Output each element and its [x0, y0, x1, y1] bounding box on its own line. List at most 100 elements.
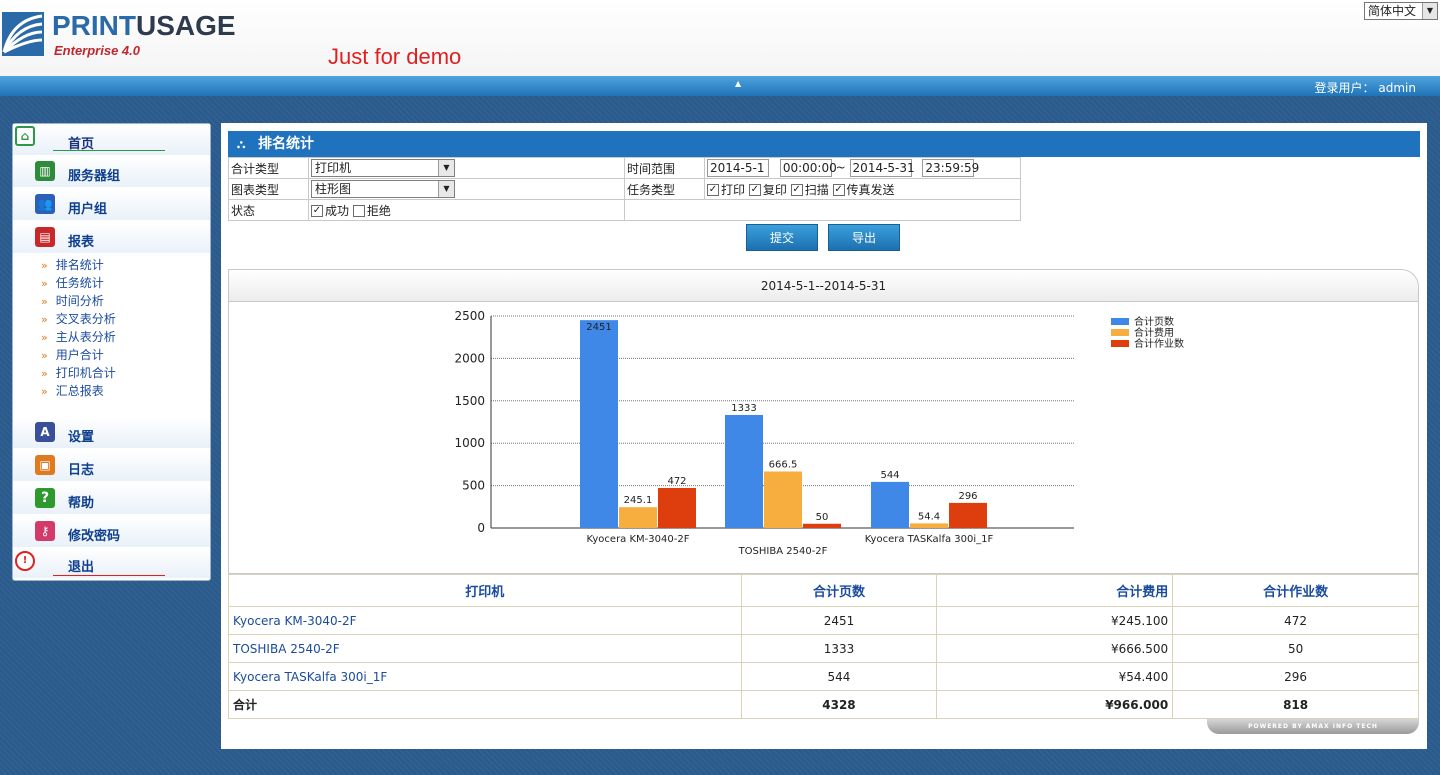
- chevron-down-icon: ▼: [438, 160, 454, 176]
- legend-swatch: [1111, 318, 1129, 325]
- bar: [619, 507, 657, 528]
- report-icon: ▤: [35, 227, 55, 247]
- start-time-input[interactable]: 00:00:00: [779, 159, 837, 177]
- data-label: 666.5: [769, 459, 798, 470]
- powered-by: POWERED BY AMAX INFO TECH: [1207, 719, 1419, 734]
- legend-swatch: [1111, 340, 1129, 347]
- language-select[interactable]: 简体中文 ▼: [1364, 2, 1438, 20]
- printer-link[interactable]: Kyocera TASKalfa 300i_1F: [228, 662, 742, 691]
- table-row: Kyocera KM-3040-2F 2451 ¥245.100 472: [228, 606, 1419, 635]
- y-tick-label: 2000: [454, 351, 485, 365]
- bar: [949, 502, 987, 528]
- key-icon: ⚷: [35, 521, 55, 541]
- cost-cell: ¥54.400: [936, 662, 1174, 691]
- sidebar-item-settings[interactable]: A 设置: [13, 417, 210, 448]
- col-header-printer[interactable]: 打印机: [228, 574, 742, 607]
- sum-type-label: 合计类型: [228, 157, 309, 179]
- hierarchy-icon: ⛬: [237, 137, 246, 151]
- log-icon: ▣: [35, 455, 55, 475]
- header: PRINTUSAGE Enterprise 4.0 Just for demo …: [0, 0, 1440, 76]
- panel-title: ⛬ 排名统计: [228, 131, 1420, 157]
- submit-button[interactable]: 提交: [746, 224, 818, 251]
- chevron-right-icon: »: [41, 367, 48, 380]
- top-bar: ▲ 登录用户： admin: [0, 76, 1440, 96]
- table-row: TOSHIBA 2540-2F 1333 ¥666.500 50: [228, 634, 1419, 663]
- sum-type-select[interactable]: 打印机 ▼: [311, 159, 455, 177]
- status-label: 状态: [228, 199, 309, 221]
- help-icon: ?: [35, 488, 55, 508]
- bar: [580, 320, 618, 528]
- sidebar: ⌂ 首页 ▥ 服务器组 👥 用户组 ▤ 报表 » 排名统计 » 任务统计 » 时间分析…: [12, 123, 211, 581]
- end-time-input[interactable]: 23:59:59: [922, 159, 979, 177]
- server-group-icon: ▥: [35, 161, 55, 181]
- sidebar-item-time-analysis[interactable]: » 时间分析: [41, 292, 116, 310]
- chart-type-select[interactable]: 柱形图 ▼: [311, 180, 455, 198]
- printer-link[interactable]: TOSHIBA 2540-2F: [228, 634, 742, 663]
- status-reject-checkbox[interactable]: [352, 205, 365, 217]
- power-icon: !: [15, 551, 35, 571]
- range-separator: ~: [835, 160, 846, 175]
- data-label: 54.4: [918, 511, 940, 522]
- task-print-checkbox[interactable]: ✓: [707, 184, 719, 196]
- bar: [910, 523, 948, 528]
- y-tick-label: 500: [462, 479, 485, 493]
- x-tick-label: Kyocera KM-3040-2F: [587, 534, 690, 545]
- chevron-right-icon: »: [41, 385, 48, 398]
- end-date-input[interactable]: 2014-5-31: [849, 159, 915, 177]
- task-scan-checkbox[interactable]: ✓: [790, 184, 803, 196]
- task-type-label: 任务类型: [624, 178, 705, 200]
- sidebar-item-server-group[interactable]: ▥ 服务器组: [13, 156, 210, 187]
- sidebar-item-logs[interactable]: ▣ 日志: [13, 450, 210, 481]
- sidebar-item-task-stats[interactable]: » 任务统计: [41, 274, 116, 292]
- sidebar-item-logout[interactable]: ! 退出: [13, 547, 210, 578]
- chevron-down-icon: ▼: [438, 181, 454, 197]
- x-tick-label: TOSHIBA 2540-2F: [738, 546, 828, 557]
- sidebar-item-reports[interactable]: ▤ 报表: [13, 222, 210, 253]
- settings-icon: A: [35, 422, 55, 442]
- task-copy-checkbox[interactable]: ✓: [748, 184, 761, 196]
- sidebar-item-ranking[interactable]: » 排名统计: [41, 256, 116, 274]
- total-label: 合计: [228, 690, 742, 719]
- collapse-header-icon[interactable]: ▲: [735, 79, 741, 88]
- user-group-icon: 👥: [35, 194, 55, 214]
- sidebar-item-user-total[interactable]: » 用户合计: [41, 346, 116, 364]
- cost-cell: ¥245.100: [936, 606, 1174, 635]
- col-header-pages[interactable]: 合计页数: [740, 574, 938, 607]
- bar: [764, 471, 802, 528]
- home-icon: ⌂: [15, 126, 35, 146]
- sidebar-item-help[interactable]: ? 帮助: [13, 483, 210, 514]
- table-header-row: 打印机 合计页数 合计费用 合计作业数: [228, 574, 1419, 607]
- chevron-down-icon: ▼: [1422, 3, 1437, 19]
- sidebar-item-summary[interactable]: » 汇总报表: [41, 382, 116, 400]
- y-tick-label: 1500: [454, 394, 485, 408]
- data-table: 打印机 合计页数 合计费用 合计作业数 Kyocera KM-3040-2F 2…: [228, 574, 1419, 719]
- printer-link[interactable]: Kyocera KM-3040-2F: [228, 606, 742, 635]
- chart-container: 2014-5-1--2014-5-31 0 500 1000 1500 2000 2500…: [228, 269, 1419, 574]
- sidebar-item-change-password[interactable]: ⚷ 修改密码: [13, 516, 210, 547]
- y-tick-label: 1000: [454, 436, 485, 450]
- sidebar-item-crosstab[interactable]: » 交叉表分析: [41, 310, 116, 328]
- sidebar-item-user-group[interactable]: 👥 用户组: [13, 189, 210, 220]
- col-header-cost[interactable]: 合计费用: [936, 574, 1174, 607]
- total-pages: 4328: [740, 690, 938, 719]
- bar: [725, 414, 763, 528]
- sidebar-item-home[interactable]: ⌂ 首页: [13, 124, 210, 155]
- jobs-cell: 472: [1172, 606, 1419, 635]
- export-button[interactable]: 导出: [828, 224, 900, 251]
- table-total-row: 合计 4328 ¥966.000 818: [228, 690, 1419, 719]
- bar: [803, 523, 841, 528]
- data-label: 544: [880, 470, 899, 481]
- sidebar-item-printer-total[interactable]: » 打印机合计: [41, 364, 116, 382]
- bar-chart: 0 500 1000 1500 2000 2500 2451 245.1 472 Kyocera …: [454, 309, 1184, 557]
- total-cost: ¥966.000: [936, 690, 1174, 719]
- legend-label: 合计作业数: [1134, 337, 1184, 350]
- chevron-right-icon: »: [41, 331, 48, 344]
- start-date-input[interactable]: 2014-5-1: [707, 159, 769, 177]
- task-fax-checkbox[interactable]: ✓: [832, 184, 845, 196]
- y-tick-label: 0: [477, 521, 485, 535]
- demo-banner: Just for demo: [328, 44, 462, 69]
- col-header-jobs[interactable]: 合计作业数: [1172, 574, 1419, 607]
- chevron-right-icon: »: [41, 295, 48, 308]
- sidebar-item-master-detail[interactable]: » 主从表分析: [41, 328, 116, 346]
- status-success-checkbox[interactable]: ✓: [311, 205, 323, 217]
